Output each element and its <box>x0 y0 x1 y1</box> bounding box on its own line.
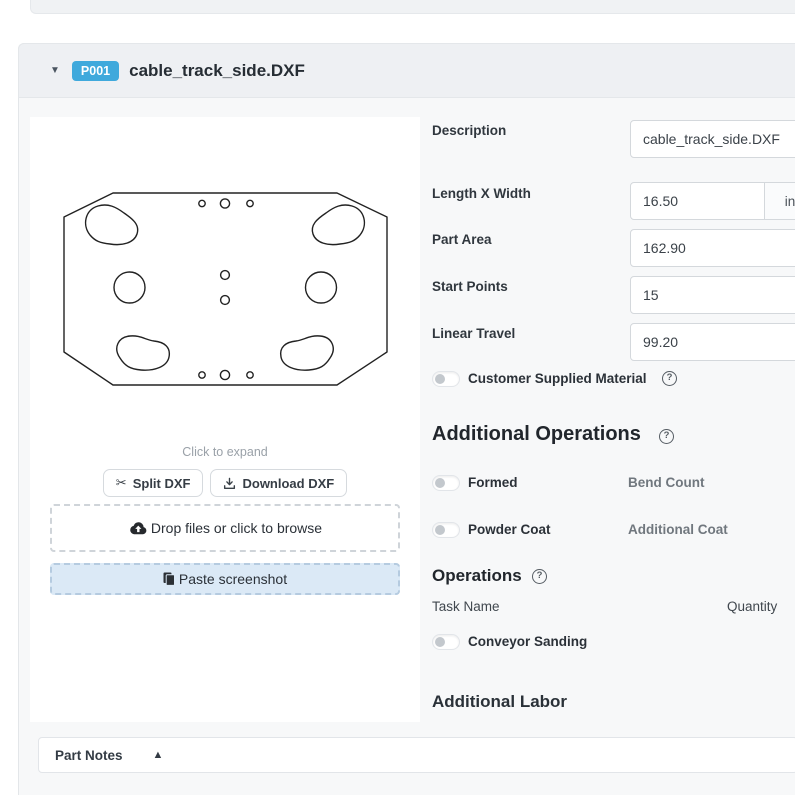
description-label: Description <box>432 123 506 138</box>
part-area-label: Part Area <box>432 232 492 247</box>
part-preview-panel: Click to expand ✂ Split DXF Download DXF… <box>30 117 420 722</box>
bend-count-label: Bend Count <box>628 475 705 491</box>
customer-supplied-material-label: Customer Supplied Material <box>468 371 647 387</box>
part-card-header[interactable]: ▼ P001 cable_track_side.DXF <box>18 43 795 98</box>
additional-coat-label: Additional Coat <box>628 522 728 538</box>
linear-travel-label: Linear Travel <box>432 326 515 341</box>
paste-screenshot-button[interactable]: Paste screenshot <box>50 563 400 595</box>
previous-card-bottom-strip <box>30 0 795 14</box>
part-area-input[interactable] <box>630 229 795 267</box>
task-name-column-header: Task Name <box>432 599 500 614</box>
paste-icon <box>163 572 175 586</box>
split-dxf-button[interactable]: ✂ Split DXF <box>103 469 204 497</box>
part-number-badge: P001 <box>72 61 119 81</box>
split-dxf-label: Split DXF <box>133 476 191 491</box>
start-points-input[interactable] <box>630 276 795 314</box>
part-preview-drawing[interactable] <box>50 140 400 435</box>
additional-operations-heading: Additional Operations <box>432 423 641 446</box>
additional-operations-help-icon[interactable]: ? <box>659 429 674 444</box>
toggle-knob <box>435 637 445 647</box>
formed-label: Formed <box>468 475 518 491</box>
conveyor-sanding-toggle[interactable] <box>432 634 460 650</box>
part-notes-label: Part Notes <box>55 748 123 763</box>
part-notes-collapse-icon[interactable]: ▲ <box>153 749 164 761</box>
toggle-knob <box>435 525 445 535</box>
collapse-caret-icon[interactable]: ▼ <box>50 65 60 76</box>
download-dxf-label: Download DXF <box>242 476 334 491</box>
drop-zone-label: Drop files or click to browse <box>151 520 322 536</box>
paste-screenshot-label: Paste screenshot <box>179 571 287 587</box>
cloud-upload-icon <box>128 521 148 536</box>
powder-coat-label: Powder Coat <box>468 522 551 538</box>
file-drop-zone[interactable]: Drop files or click to browse <box>50 504 400 552</box>
length-width-unit: in <box>764 182 795 220</box>
download-icon <box>223 477 236 490</box>
start-points-label: Start Points <box>432 279 508 294</box>
formed-toggle[interactable] <box>432 475 460 491</box>
operations-help-icon[interactable]: ? <box>532 569 547 584</box>
length-width-input[interactable] <box>630 182 765 220</box>
quantity-column-header: Quantity <box>727 599 777 614</box>
download-dxf-button[interactable]: Download DXF <box>210 469 347 497</box>
conveyor-sanding-label: Conveyor Sanding <box>468 634 587 650</box>
description-input[interactable] <box>630 120 795 158</box>
toggle-knob <box>435 374 445 384</box>
scissors-icon: ✂ <box>116 475 127 491</box>
linear-travel-input[interactable] <box>630 323 795 361</box>
powder-coat-toggle[interactable] <box>432 522 460 538</box>
customer-supplied-material-help-icon[interactable]: ? <box>662 371 677 386</box>
dxf-button-row: ✂ Split DXF Download DXF <box>30 469 420 497</box>
toggle-knob <box>435 478 445 488</box>
operations-heading: Operations <box>432 566 522 586</box>
additional-labor-heading: Additional Labor <box>432 692 567 712</box>
part-notes-bar[interactable]: Part Notes ▲ <box>38 737 795 773</box>
length-width-label: Length X Width <box>432 186 531 201</box>
customer-supplied-material-toggle[interactable] <box>432 371 460 387</box>
part-title: cable_track_side.DXF <box>129 61 305 81</box>
click-to-expand-hint: Click to expand <box>30 445 420 459</box>
